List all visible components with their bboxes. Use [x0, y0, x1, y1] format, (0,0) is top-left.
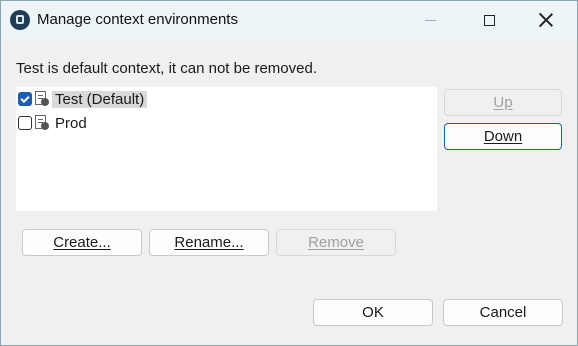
context-icon [35, 91, 49, 107]
minimize-icon [424, 19, 436, 21]
cancel-button[interactable]: Cancel [443, 299, 563, 326]
rename-button[interactable]: Rename... [149, 229, 269, 256]
context-label: Prod [55, 114, 87, 132]
context-icon [35, 115, 49, 131]
context-label: Test (Default) [52, 90, 148, 108]
up-button-label: Up [493, 94, 513, 111]
minimize-button[interactable] [407, 1, 453, 39]
close-icon [539, 13, 553, 27]
list-item[interactable]: Prod [18, 112, 90, 134]
remove-button-label: Remove [308, 234, 364, 251]
ok-button[interactable]: OK [313, 299, 433, 326]
maximize-button[interactable] [466, 1, 512, 39]
context-checkbox[interactable] [18, 116, 32, 130]
create-button[interactable]: Create... [22, 229, 142, 256]
down-button-label: Down [483, 128, 523, 145]
remove-button[interactable]: Remove [276, 229, 396, 256]
app-icon [10, 10, 30, 30]
window-title: Manage context environments [37, 11, 238, 28]
create-button-label: Create... [53, 234, 111, 251]
context-checkbox[interactable] [18, 92, 32, 106]
title-bar: Manage context environments [1, 1, 577, 39]
up-button[interactable]: Up [444, 89, 562, 116]
context-list[interactable]: Test (Default) Prod [16, 87, 437, 211]
rename-button-label: Rename... [174, 234, 244, 251]
list-item[interactable]: Test (Default) [18, 88, 148, 110]
dialog-window: Manage context environments Test is defa… [0, 0, 578, 346]
info-message: Test is default context, it can not be r… [16, 60, 317, 77]
close-button[interactable] [523, 1, 569, 39]
ok-button-label: OK [362, 304, 384, 321]
maximize-icon [483, 14, 495, 26]
down-button[interactable]: Down [444, 123, 562, 150]
cancel-button-label: Cancel [479, 304, 527, 321]
